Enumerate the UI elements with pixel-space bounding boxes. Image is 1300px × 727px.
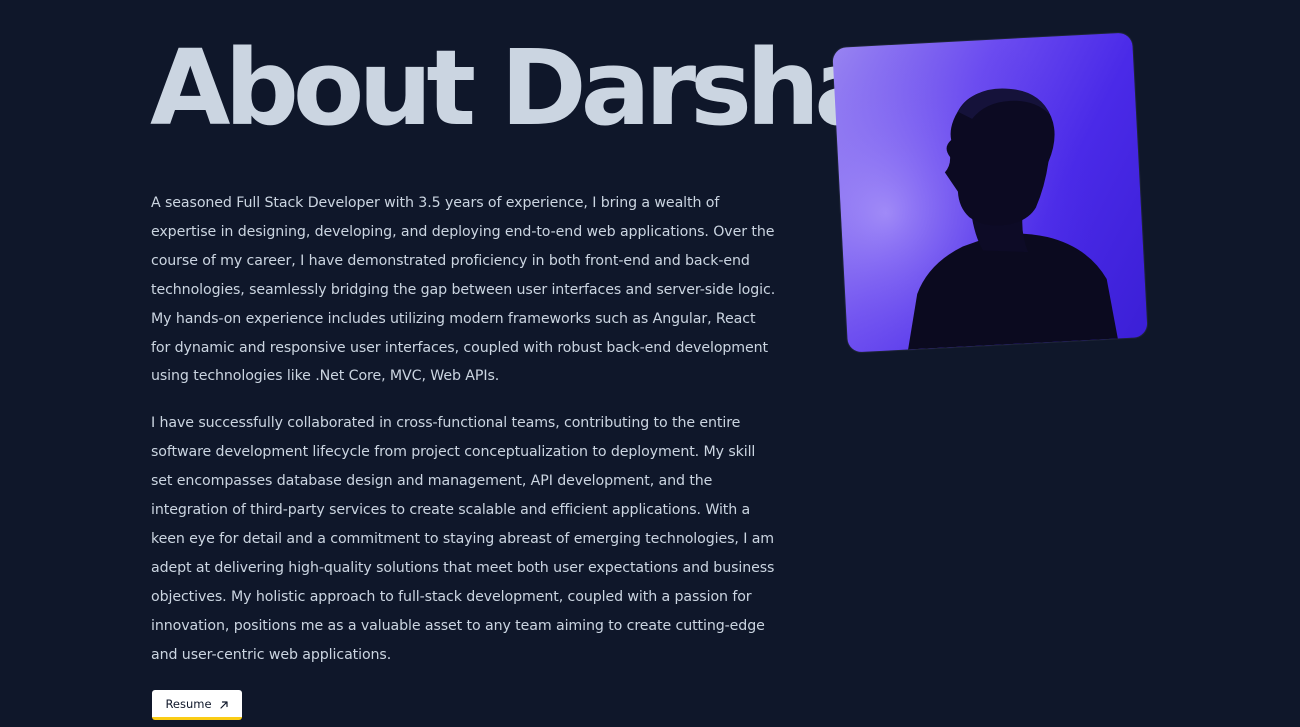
bio-paragraph-1: A seasoned Full Stack Developer with 3.5… [151,195,776,385]
resume-button[interactable]: Resume [152,690,242,720]
portrait-silhouette [832,32,1148,353]
resume-button-label: Resume [165,696,212,711]
arrow-up-right-icon [219,699,229,709]
bio-paragraph-2: I have successfully collaborated in cros… [151,415,775,663]
page-title: About Darshan [150,27,952,149]
about-bio: A seasoned Full Stack Developer with 3.5… [151,189,776,688]
profile-photo [832,32,1148,353]
